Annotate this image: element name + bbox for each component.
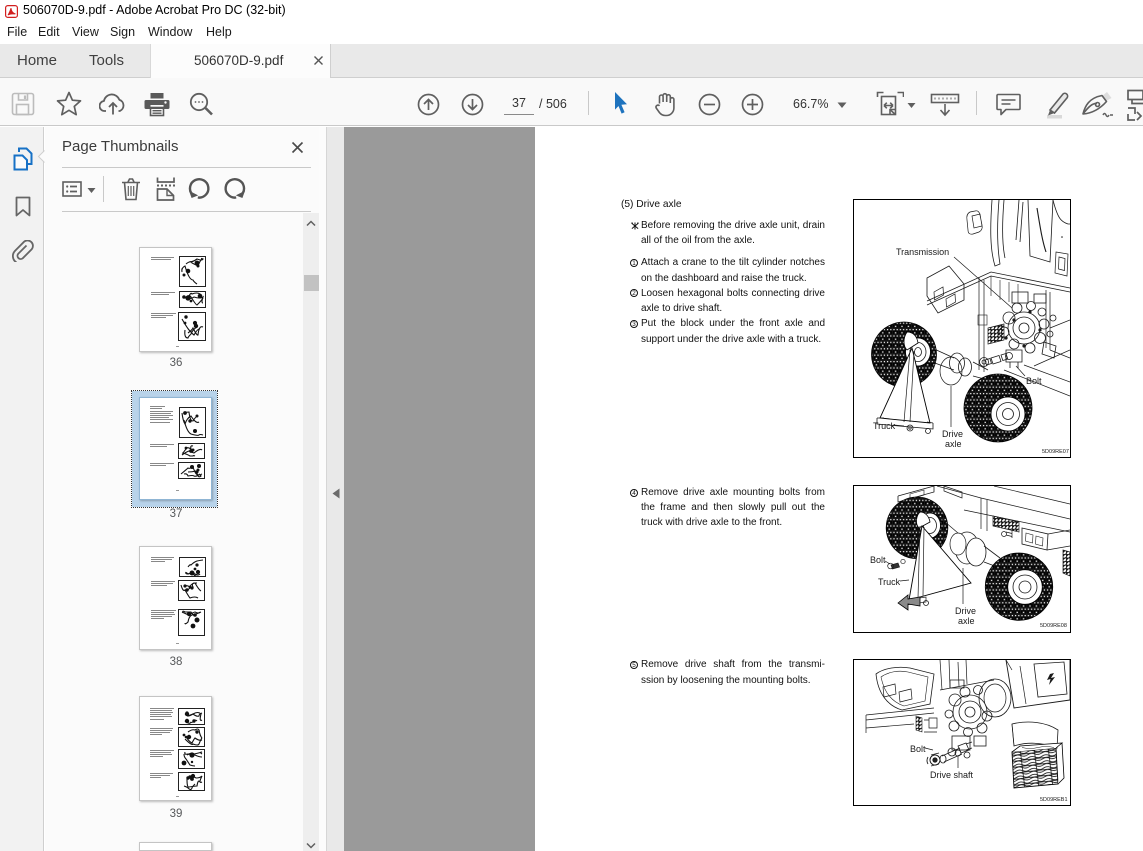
- svg-text:Bolt: Bolt: [910, 744, 926, 754]
- svg-text:5D09RE07: 5D09RE07: [1042, 449, 1069, 455]
- svg-text:Drive shaft: Drive shaft: [930, 770, 974, 780]
- svg-text:Truck: Truck: [878, 577, 901, 587]
- svg-text:Bolt: Bolt: [1026, 376, 1042, 386]
- svg-text:Truck: Truck: [873, 421, 896, 431]
- svg-text:5D09REB1: 5D09REB1: [1040, 797, 1068, 803]
- svg-text:Drive: Drive: [942, 429, 963, 439]
- svg-text:5D09RE08: 5D09RE08: [1040, 623, 1067, 629]
- svg-text:axle: axle: [958, 616, 975, 626]
- svg-text:Transmission: Transmission: [896, 247, 949, 257]
- svg-text:axle: axle: [945, 439, 962, 449]
- svg-text:Bolt: Bolt: [870, 555, 886, 565]
- svg-text:Drive: Drive: [955, 606, 976, 616]
